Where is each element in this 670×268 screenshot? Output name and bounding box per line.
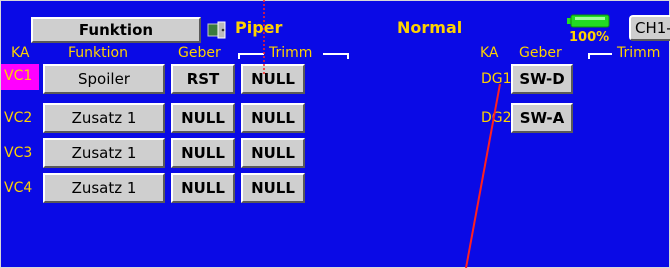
trimm-header-right-line [323,53,349,55]
trimm-button-label: NULL [251,70,295,88]
trimm-button[interactable]: NULL [241,103,305,133]
battery-percent: 100% [569,30,610,45]
funktion-button[interactable]: Zusatz 1 [43,103,165,133]
geber-right-column-header: Geber [519,45,562,61]
trimm-right-header-left-tick [588,53,590,59]
funktion-button-label: Spoiler [78,70,130,88]
mode-label: Normal [397,18,463,37]
right-row-ka-label[interactable]: DG1 [481,71,512,87]
channel-button[interactable]: CH1- [629,15,670,41]
channel-button-label: CH1- [635,19,670,37]
door-icon [207,21,229,39]
row-ka-label[interactable]: VC2 [4,110,32,126]
geber-button-label: NULL [181,179,225,197]
row-ka-label[interactable]: VC3 [4,145,32,161]
right-geber-button-label: SW-D [519,70,565,88]
funktion-button-label: Zusatz 1 [71,109,137,127]
right-geber-button-label: SW-A [519,109,565,127]
geber-button[interactable]: NULL [171,173,235,203]
trimm-column-header: Trimm [269,45,313,61]
ka-right-column-header: KA [480,45,499,61]
geber-button[interactable]: NULL [171,103,235,133]
ka-column-header: KA [11,45,30,61]
screen: Funktion Piper Normal 100% CH1- KA Funkt… [0,0,670,268]
right-geber-button[interactable]: SW-A [511,103,573,133]
geber-button-label: RST [186,70,220,88]
trimm-button[interactable]: NULL [241,64,305,94]
row-ka-label[interactable]: VC4 [4,180,32,196]
row-ka-selected[interactable]: VC1 [1,64,39,90]
trimm-button-label: NULL [251,109,295,127]
funktion-button[interactable]: Zusatz 1 [43,138,165,168]
funktion-button[interactable]: Spoiler [43,64,165,94]
trimm-header-left-line [238,53,264,55]
trimm-header-right-tick [347,53,349,59]
trimm-right-header-left-line [588,53,612,55]
trimm-button[interactable]: NULL [241,173,305,203]
funktion-button[interactable]: Zusatz 1 [43,173,165,203]
geber-button[interactable]: NULL [171,138,235,168]
row-ka-label: VC1 [4,68,33,84]
funktion-column-header: Funktion [68,45,128,61]
trimm-button-label: NULL [251,179,295,197]
trimm-right-column-header: Trimm [617,45,661,61]
geber-button[interactable]: RST [171,64,235,94]
geber-button-label: NULL [181,144,225,162]
funktion-button-label: Zusatz 1 [71,179,137,197]
battery-icon [567,13,611,28]
right-row-ka-label[interactable]: DG2 [481,110,512,126]
right-geber-button[interactable]: SW-D [511,64,573,94]
trimm-button-label: NULL [251,144,295,162]
model-name: Piper [235,18,283,37]
trimm-header-left-tick [238,53,240,59]
geber-button-label: NULL [181,109,225,127]
funktion-button-label: Zusatz 1 [71,144,137,162]
function-tab-button[interactable]: Funktion [31,17,201,43]
trimm-button[interactable]: NULL [241,138,305,168]
function-tab-label: Funktion [78,21,154,39]
geber-column-header: Geber [178,45,221,61]
